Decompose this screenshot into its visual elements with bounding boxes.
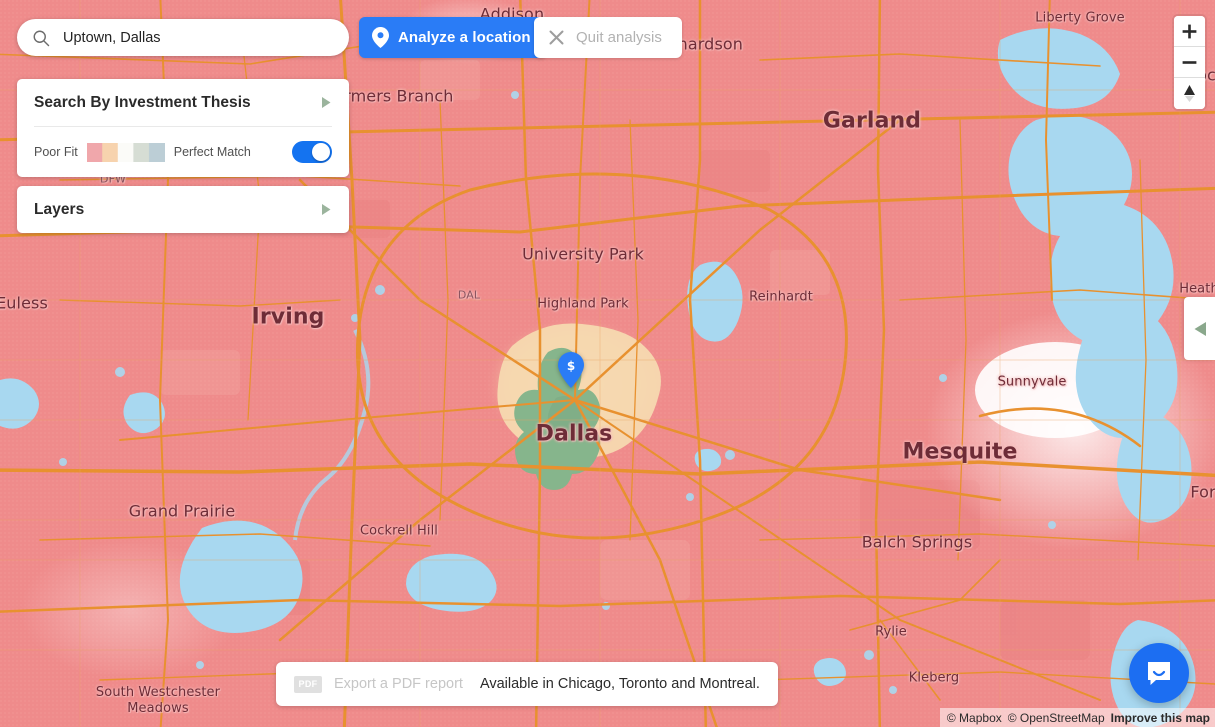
- investment-thesis-title: Search By Investment Thesis: [34, 93, 251, 111]
- zoom-in-button[interactable]: [1174, 16, 1205, 47]
- minus-icon: [1182, 60, 1197, 64]
- compass-button[interactable]: [1174, 78, 1205, 109]
- search-icon: [33, 30, 50, 46]
- quit-analysis-button[interactable]: Quit analysis: [534, 17, 682, 58]
- layers-title: Layers: [34, 200, 85, 218]
- export-pdf-label[interactable]: Export a PDF report: [334, 676, 463, 692]
- collapse-sidebar-tab[interactable]: [1184, 297, 1215, 360]
- caret-right-icon[interactable]: [321, 203, 332, 216]
- quit-analysis-label: Quit analysis: [576, 29, 662, 46]
- layers-row[interactable]: Layers: [17, 186, 349, 233]
- map-pin-icon: [372, 27, 389, 48]
- compass-needle-icon: [1184, 85, 1195, 102]
- search-box[interactable]: [17, 19, 349, 56]
- investment-thesis-panel: Search By Investment Thesis Poor Fit Per…: [17, 79, 349, 177]
- chat-bubble-icon: [1148, 662, 1170, 685]
- thesis-layer-toggle[interactable]: [292, 141, 332, 163]
- dollar-pin-icon[interactable]: $: [558, 352, 584, 388]
- pdf-icon: PDF: [294, 675, 322, 693]
- map-zoom-controls: [1174, 16, 1205, 109]
- improve-this-map-link[interactable]: Improve this map: [1111, 711, 1210, 725]
- svg-text:$: $: [567, 359, 575, 373]
- perfect-match-label: Perfect Match: [173, 145, 251, 159]
- fit-legend: Poor Fit Perfect Match: [17, 127, 349, 177]
- osm-attribution-link[interactable]: © OpenStreetMap: [1008, 711, 1105, 725]
- export-pdf-bar[interactable]: PDF Export a PDF report Available in Chi…: [276, 662, 778, 706]
- analyze-location-button[interactable]: Analyze a location: [359, 17, 547, 58]
- close-icon: [549, 30, 564, 45]
- zoom-out-button[interactable]: [1174, 47, 1205, 78]
- poor-fit-label: Poor Fit: [34, 145, 78, 159]
- map-attribution: © Mapbox © OpenStreetMap Improve this ma…: [939, 708, 1215, 727]
- search-input[interactable]: [63, 19, 335, 56]
- caret-right-icon[interactable]: [321, 96, 332, 109]
- plus-icon: [1182, 24, 1197, 38]
- search-by-investment-thesis-row[interactable]: Search By Investment Thesis: [17, 79, 349, 126]
- toggle-knob: [312, 143, 330, 161]
- layers-panel: Layers: [17, 186, 349, 233]
- mapbox-attribution-link[interactable]: © Mapbox: [947, 711, 1002, 725]
- caret-left-icon: [1194, 321, 1206, 336]
- chat-launcher-button[interactable]: [1129, 643, 1189, 703]
- analyze-location-label: Analyze a location: [398, 29, 531, 46]
- pdf-availability-note: Available in Chicago, Toronto and Montre…: [479, 676, 760, 692]
- fit-gradient-bar: [86, 142, 165, 162]
